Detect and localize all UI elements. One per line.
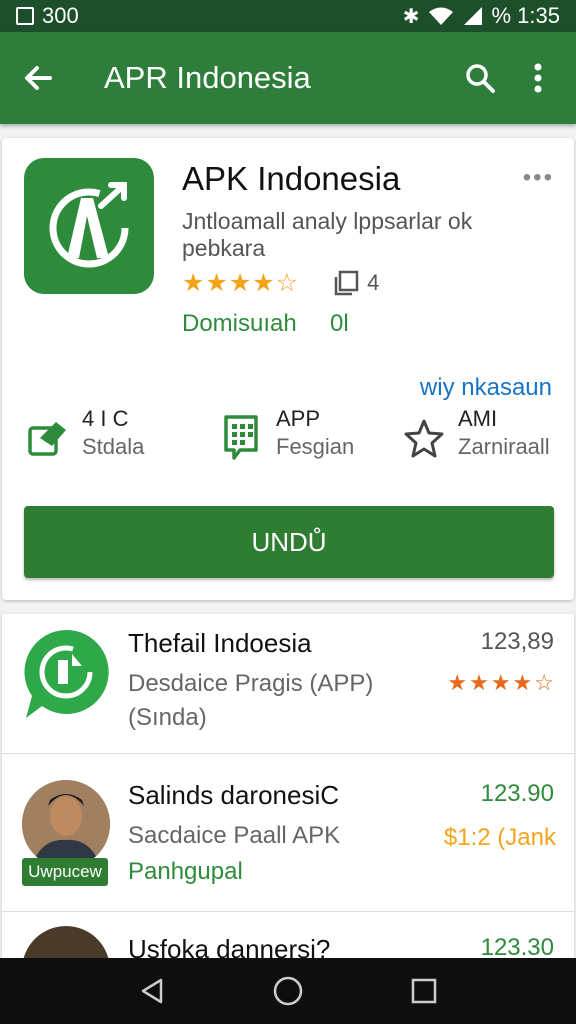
stat-app-bottom: Fesgian xyxy=(276,434,355,459)
stat-app-top: APP xyxy=(276,406,321,431)
search-icon[interactable] xyxy=(460,58,500,98)
list-item-rating: ★★★★☆ xyxy=(447,670,556,695)
install-button[interactable]: UNDŮ xyxy=(24,506,554,578)
review-count-value: 4 xyxy=(367,270,380,295)
app-detail-card: APK Indonesia ••• Jntloamall analy lppsa… xyxy=(2,138,574,600)
status-left-text: 300 xyxy=(42,3,79,28)
export-icon xyxy=(26,414,70,462)
developer-name[interactable]: Domisuıah xyxy=(182,310,297,338)
recents-nav-icon[interactable] xyxy=(399,966,449,1016)
app-logo-icon xyxy=(24,158,154,294)
star-outline-icon xyxy=(402,414,446,462)
list-item-title: Salinds daronesiC xyxy=(128,780,340,810)
stat-downloads-top: 4 I C xyxy=(82,406,129,431)
back-nav-icon[interactable] xyxy=(127,966,177,1016)
list-item[interactable]: Thefail Indoesia Desdaice Pragis (APP) (… xyxy=(2,614,574,754)
list-item-subtitle: Sacdaice Paall APK xyxy=(128,822,341,849)
more-vert-icon[interactable] xyxy=(518,58,558,98)
avatar: Uwpucew xyxy=(20,778,112,890)
stat-rating: AMI Zarniraall xyxy=(402,406,550,462)
list-item[interactable]: Usfoka dannersi? 123.30 xyxy=(2,912,574,959)
bluetooth-icon: ✱ xyxy=(402,5,420,28)
stat-downloads-bottom: Stdala xyxy=(82,434,145,459)
stat-rating-bottom: Zarniraall xyxy=(458,434,550,459)
back-arrow-icon[interactable] xyxy=(18,58,58,98)
avatar-badge: Uwpucew xyxy=(22,858,108,886)
list-item-value: 123.90 xyxy=(480,780,554,807)
list-item-rating: $1:2 (Jank xyxy=(443,824,556,851)
review-count: 4 xyxy=(333,270,379,296)
list-item-value: 123.30 xyxy=(480,934,554,959)
info-link[interactable]: wiy nkasaun xyxy=(420,374,552,402)
chat-app-icon xyxy=(20,626,112,722)
app-description: Jntloamall analy lppsarlar ok pebkara xyxy=(182,208,473,261)
stat-downloads: 4 I C Stdala xyxy=(26,406,144,462)
home-nav-icon[interactable] xyxy=(263,966,313,1016)
copy-icon xyxy=(334,270,359,296)
status-bar: 300 ✱ % 1:35 xyxy=(0,0,576,32)
list-item-subtitle-2: Panhgupal xyxy=(128,858,243,885)
rating-stars: ★★★★☆ xyxy=(182,269,300,297)
navigation-bar xyxy=(0,958,576,1024)
list-item-value: 123,89 xyxy=(480,628,554,655)
more-options-icon[interactable]: ••• xyxy=(523,164,554,192)
wifi-icon xyxy=(428,7,453,25)
list-item-title: Thefail Indoesia xyxy=(128,628,312,658)
stat-app: APP Fesgian xyxy=(220,406,354,462)
related-apps-list: Thefail Indoesia Desdaice Pragis (APP) (… xyxy=(2,614,574,959)
avatar xyxy=(20,924,112,959)
list-item-title: Usfoka dannersi? xyxy=(128,934,331,959)
stat-rating-top: AMI xyxy=(458,406,498,431)
app-bar: APR Indonesia xyxy=(0,32,576,124)
status-right-text: % 1:35 xyxy=(491,3,561,28)
notification-icon xyxy=(16,7,34,25)
list-item-subtitle: Desdaice Pragis (APP) xyxy=(128,670,374,697)
list-item-subtitle-2: (Sında) xyxy=(128,704,207,731)
app-bar-title: APR Indonesia xyxy=(104,60,311,95)
list-item[interactable]: Uwpucew Salinds daronesiC Sacdaice Paall… xyxy=(2,754,574,912)
document-icon xyxy=(220,414,264,462)
rating-row: ★★★★☆ 4 xyxy=(182,268,379,298)
developer-count: 0l xyxy=(330,310,349,337)
app-name: APK Indonesia xyxy=(182,160,401,197)
signal-icon xyxy=(463,7,482,25)
